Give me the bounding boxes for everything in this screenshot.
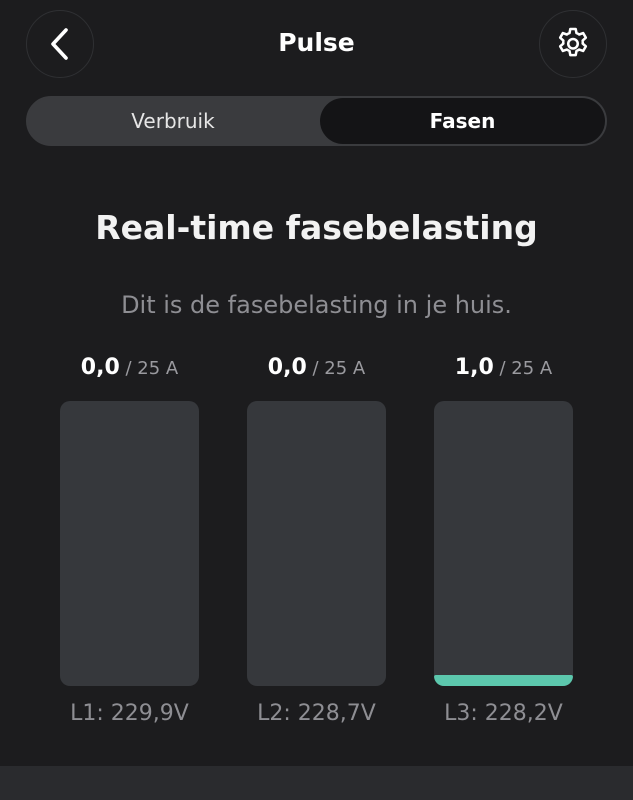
phase-l2: 0,0 / 25 A L2: 228,7V [247,355,386,726]
tab-bar: Verbruik Fasen [26,96,607,146]
phase-bar-fill [434,674,573,686]
phase-current-value: 0,0 [80,355,120,380]
phase-value-row: 0,0 / 25 A [247,355,386,385]
phase-voltage: L2: 228,7V [257,701,376,726]
phase-current-value: 0,0 [267,355,307,380]
phase-value-row: 1,0 / 25 A [434,355,573,385]
phase-l3: 1,0 / 25 A L3: 228,2V [434,355,573,726]
subtitle: Dit is de fasebelasting in je huis. [121,291,512,319]
phase-voltage: L1: 229,9V [70,701,189,726]
phase-l1: 0,0 / 25 A L1: 229,9V [60,355,199,726]
phase-bar [247,401,386,686]
screen: Pulse Verbruik Fasen Real-time fasebelas… [0,0,633,800]
phase-current-value: 1,0 [454,355,494,380]
phase-bar [60,401,199,686]
tab-fasen[interactable]: Fasen [320,98,605,144]
bottom-panel [0,766,633,800]
phase-max-label: / 25 A [306,358,366,379]
settings-button[interactable] [539,10,607,78]
phase-max-label: / 25 A [493,358,553,379]
phase-value-row: 0,0 / 25 A [60,355,199,385]
phase-max-label: / 25 A [119,358,179,379]
tab-verbruik[interactable]: Verbruik [28,98,318,144]
gear-icon [558,27,588,57]
phase-voltage: L3: 228,2V [444,701,563,726]
headline: Real-time fasebelasting [95,208,538,247]
phase-bar [434,401,573,686]
